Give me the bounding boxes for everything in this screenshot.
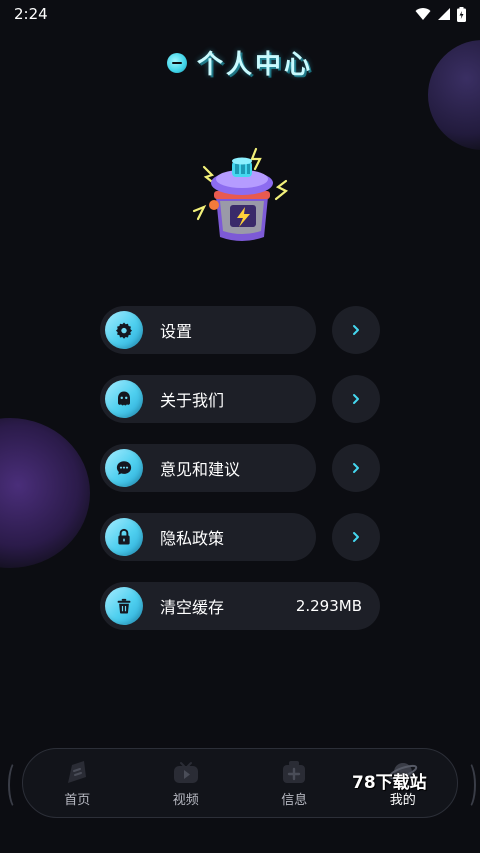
menu-label: 设置	[160, 322, 193, 341]
status-icons	[415, 6, 466, 22]
settings-arrow-button[interactable]	[332, 306, 380, 354]
chevron-right-icon	[353, 394, 359, 404]
menu-row-privacy[interactable]: 隐私政策	[100, 513, 382, 561]
cache-size-value: 2.293MB	[295, 597, 362, 615]
video-icon	[173, 761, 198, 783]
watermark-text: 78下载站	[352, 773, 427, 793]
chevron-right-icon	[353, 532, 359, 542]
tab-label: 信息	[281, 792, 308, 808]
page-title: 个人中心	[196, 50, 313, 80]
menu-item-privacy[interactable]: 隐私政策	[100, 513, 316, 561]
chevron-right-icon	[353, 463, 359, 473]
decorative-orb-left	[0, 418, 90, 568]
title-logo-icon	[166, 52, 187, 73]
status-time: 2:24	[14, 5, 48, 23]
menu-row-settings[interactable]: 设置	[100, 306, 382, 354]
chat-icon	[105, 449, 143, 487]
status-bar: 2:24	[0, 0, 480, 28]
home-icon	[68, 760, 87, 783]
tabbar-bracket-right	[458, 760, 476, 810]
mascot-illustration	[192, 147, 289, 241]
trash-icon	[105, 587, 143, 625]
menu-item-feedback[interactable]: 意见和建议	[100, 444, 316, 492]
menu-row-feedback[interactable]: 意见和建议	[100, 444, 382, 492]
ghost-icon	[105, 380, 143, 418]
battery-icon	[457, 6, 466, 22]
menu-item-settings[interactable]: 设置	[100, 306, 316, 354]
feedback-arrow-button[interactable]	[332, 444, 380, 492]
menu-item-clear-cache[interactable]: 清空缓存 2.293MB	[100, 582, 380, 630]
profile-screen: 2:24 个人中心 设置 关于我们 意见和建议 隐私政策 清空缓存 2.293M…	[0, 0, 480, 853]
tab-video[interactable]: 视频	[141, 759, 231, 808]
info-icon	[283, 760, 306, 783]
signal-icon	[438, 8, 450, 20]
menu-label: 关于我们	[160, 391, 225, 410]
menu-label: 意见和建议	[160, 460, 241, 479]
privacy-arrow-button[interactable]	[332, 513, 380, 561]
tab-label: 首页	[64, 792, 91, 808]
menu-label: 清空缓存	[160, 598, 225, 617]
settings-menu: 设置 关于我们 意见和建议 隐私政策 清空缓存 2.293MB	[100, 306, 382, 651]
about-arrow-button[interactable]	[332, 375, 380, 423]
lock-icon	[105, 518, 143, 556]
menu-item-about[interactable]: 关于我们	[100, 375, 316, 423]
menu-label: 隐私政策	[160, 529, 225, 548]
chevron-right-icon	[353, 325, 359, 335]
page-header: 个人中心	[0, 44, 480, 81]
tab-label: 视频	[172, 792, 199, 808]
menu-row-about[interactable]: 关于我们	[100, 375, 382, 423]
gear-icon	[105, 311, 143, 349]
gesture-bar	[0, 832, 480, 853]
tab-home[interactable]: 首页	[32, 759, 122, 808]
tab-info[interactable]: 信息	[249, 759, 339, 808]
wifi-icon	[415, 8, 431, 20]
menu-row-clear-cache[interactable]: 清空缓存 2.293MB	[100, 582, 382, 630]
